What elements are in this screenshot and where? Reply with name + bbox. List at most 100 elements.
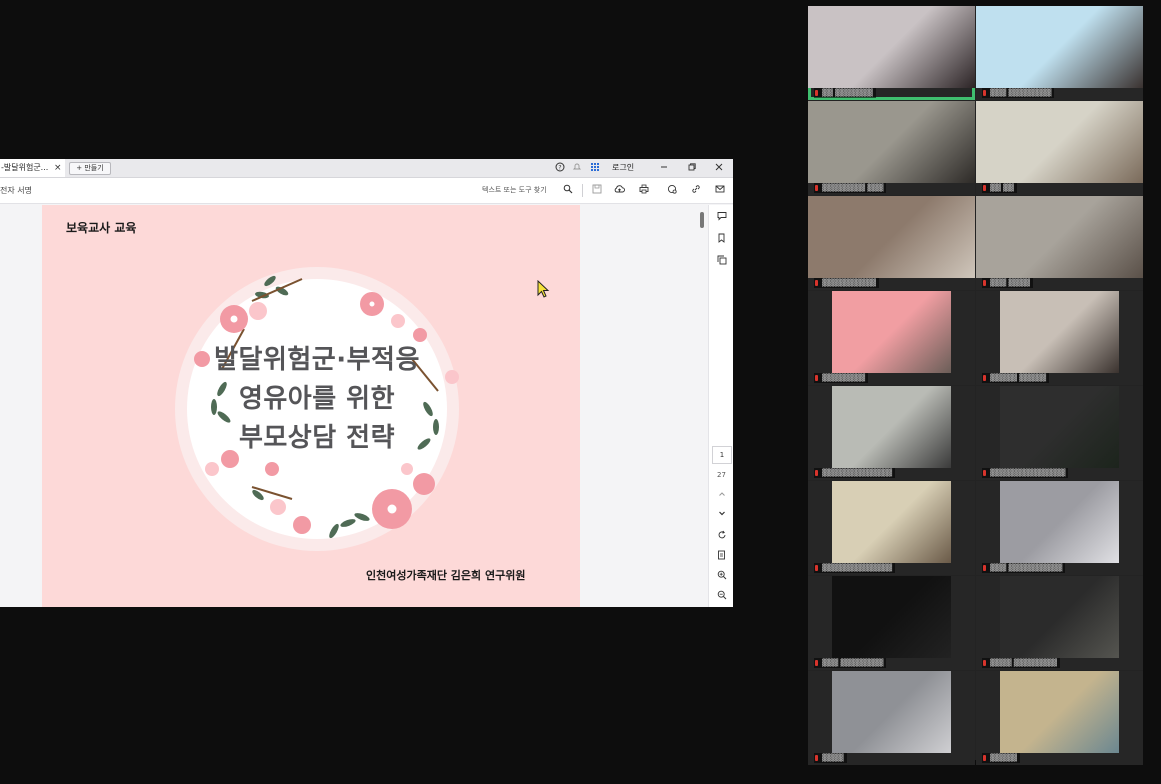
participant-name: ▓▓ ▓▓▓▓▓▓▓ (814, 88, 876, 98)
participant-tile[interactable]: ▓▓▓ ▓▓▓▓ (976, 196, 1143, 290)
participant-name: ▓▓▓▓▓▓▓▓ ▓▓▓ (814, 183, 887, 193)
muted-mic-icon (815, 185, 818, 191)
participant-video (1000, 481, 1119, 563)
participant-name: ▓▓▓ ▓▓▓▓▓▓▓▓▓▓ (982, 563, 1066, 573)
rotate-icon[interactable] (715, 530, 728, 543)
help-icon[interactable]: ? (554, 162, 566, 174)
mouse-cursor-icon (537, 280, 550, 298)
muted-mic-icon (983, 755, 986, 761)
muted-mic-icon (983, 660, 986, 666)
participant-video (832, 386, 951, 468)
bookmark-icon[interactable] (715, 233, 728, 246)
muted-mic-icon (983, 90, 986, 96)
document-tab[interactable]: -발달위험군... × (0, 159, 65, 177)
save-icon[interactable] (590, 184, 603, 197)
vertical-scrollbar[interactable] (700, 212, 704, 228)
tab-close-icon[interactable]: × (54, 159, 62, 177)
copy-icon[interactable] (715, 255, 728, 268)
participant-tile[interactable]: ▓▓▓ ▓▓▓▓▓▓▓▓ (808, 576, 975, 670)
bell-icon[interactable] (571, 162, 583, 174)
print-icon[interactable] (637, 184, 650, 197)
extract-icon[interactable] (715, 550, 728, 563)
participant-name: ▓▓▓ ▓▓▓▓▓▓▓▓ (982, 88, 1055, 98)
svg-text:?: ? (558, 165, 561, 172)
muted-mic-icon (815, 280, 818, 286)
zoom-out-icon[interactable] (715, 590, 728, 603)
participant-tile[interactable]: ▓▓▓ ▓▓▓▓▓▓▓▓ (976, 6, 1143, 100)
zoom-in-icon[interactable] (715, 570, 728, 583)
close-window-icon[interactable] (713, 162, 725, 174)
search-icon[interactable] (561, 184, 574, 197)
participant-tile[interactable]: ▓▓ ▓▓▓▓▓▓▓ (808, 6, 975, 100)
slide-title: 발달위험군·부적응 영유아를 위한 부모상담 전략 (162, 341, 472, 458)
slide-author: 인천여성가족재단 김은희 연구위원 (366, 569, 526, 582)
minimize-icon[interactable] (658, 162, 670, 174)
apps-grid-icon[interactable] (589, 162, 601, 174)
participant-tile[interactable]: ▓▓▓ ▓▓▓▓▓▓▓▓▓▓ (976, 481, 1143, 575)
muted-mic-icon (815, 470, 818, 476)
slide-header: 보육교사 교육 (66, 221, 137, 235)
chevron-up-icon[interactable] (715, 489, 728, 502)
comment-icon[interactable] (715, 211, 728, 224)
participant-tile[interactable]: ▓▓ ▓▓ (976, 101, 1143, 195)
muted-mic-icon (815, 375, 818, 381)
muted-mic-icon (815, 755, 818, 761)
participant-name: ▓▓▓▓▓▓▓▓▓▓▓▓▓ (814, 468, 895, 478)
muted-mic-icon (815, 90, 818, 96)
participant-video (1000, 386, 1119, 468)
page-total: 27 (717, 471, 726, 479)
participant-tile[interactable]: ▓▓▓▓▓▓▓▓▓▓▓▓▓ (808, 481, 975, 575)
participant-video (832, 576, 951, 658)
muted-mic-icon (983, 185, 986, 191)
participant-name: ▓▓▓▓▓▓▓▓▓▓ (814, 278, 879, 288)
restore-icon[interactable] (686, 162, 698, 174)
pdf-viewer-window: -발달위험군... × + 만들기 ? 로그인 전자 서명 텍스트 또는 도구 … (0, 159, 733, 607)
participant-video (832, 671, 951, 753)
participant-video (832, 291, 951, 373)
right-tool-rail: 1 27 (708, 205, 733, 607)
esign-menu[interactable]: 전자 서명 (0, 178, 32, 203)
participant-name: ▓▓▓▓▓▓▓▓▓▓▓▓▓▓ (982, 468, 1069, 478)
participant-tile[interactable]: ▓▓▓▓▓▓▓▓▓▓▓▓▓▓ (976, 386, 1143, 480)
muted-mic-icon (815, 660, 818, 666)
participant-tile[interactable]: ▓▓▓▓▓▓▓▓▓▓▓▓▓ (808, 386, 975, 480)
share-icon[interactable] (665, 184, 678, 197)
login-button[interactable]: 로그인 (612, 159, 634, 177)
participant-name: ▓▓▓▓▓▓▓▓▓▓▓▓▓ (814, 563, 895, 573)
participant-video (976, 101, 1143, 183)
participant-tile[interactable]: ▓▓▓▓▓▓▓▓▓▓ (808, 196, 975, 290)
participant-name: ▓▓▓▓▓ (982, 753, 1020, 763)
chevron-down-icon[interactable] (715, 508, 728, 521)
new-tab-button[interactable]: + 만들기 (69, 162, 111, 175)
participant-video (976, 6, 1143, 88)
participant-tile[interactable]: ▓▓▓▓▓▓▓▓ ▓▓▓ (808, 101, 975, 195)
muted-mic-icon (983, 565, 986, 571)
find-tools-field[interactable]: 텍스트 또는 도구 찾기 (482, 178, 547, 203)
page-number-input[interactable]: 1 (712, 446, 732, 464)
participant-tile[interactable]: ▓▓▓▓▓▓▓▓ (808, 291, 975, 385)
participant-tile[interactable]: ▓▓▓▓▓ ▓▓▓▓▓ (976, 291, 1143, 385)
participant-video (1000, 671, 1119, 753)
participant-tile[interactable]: ▓▓▓▓ ▓▓▓▓▓▓▓▓ (976, 576, 1143, 670)
viewer-toolbar: 전자 서명 텍스트 또는 도구 찾기 (0, 178, 733, 204)
slide-title-line-3: 부모상담 전략 (238, 423, 396, 453)
participant-name: ▓▓▓▓ (814, 753, 847, 763)
participant-video (808, 101, 975, 183)
muted-mic-icon (983, 375, 986, 381)
participant-name: ▓▓▓ ▓▓▓▓ (982, 278, 1033, 288)
participant-tile[interactable]: ▓▓▓▓ (808, 671, 975, 765)
participant-tile[interactable]: ▓▓▓▓▓ (976, 671, 1143, 765)
tab-bar: -발달위험군... × + 만들기 ? 로그인 (0, 159, 733, 178)
participant-video (1000, 291, 1119, 373)
document-tab-label: -발달위험군... (1, 163, 49, 172)
mail-icon[interactable] (713, 184, 726, 197)
participant-video (832, 481, 951, 563)
video-gallery: ▓▓ ▓▓▓▓▓▓▓ ▓▓▓ ▓▓▓▓▓▓▓▓ ▓▓▓▓▓▓▓▓ ▓▓▓ ▓▓ ▓▓ ▓… (808, 6, 1143, 765)
link-icon[interactable] (689, 184, 702, 197)
slide-title-line-1: 발달위험군·부적응 (214, 345, 420, 375)
cloud-upload-icon[interactable] (613, 184, 626, 197)
muted-mic-icon (815, 565, 818, 571)
muted-mic-icon (983, 280, 986, 286)
participant-video (976, 196, 1143, 278)
participant-name: ▓▓▓▓▓ ▓▓▓▓▓ (982, 373, 1050, 383)
